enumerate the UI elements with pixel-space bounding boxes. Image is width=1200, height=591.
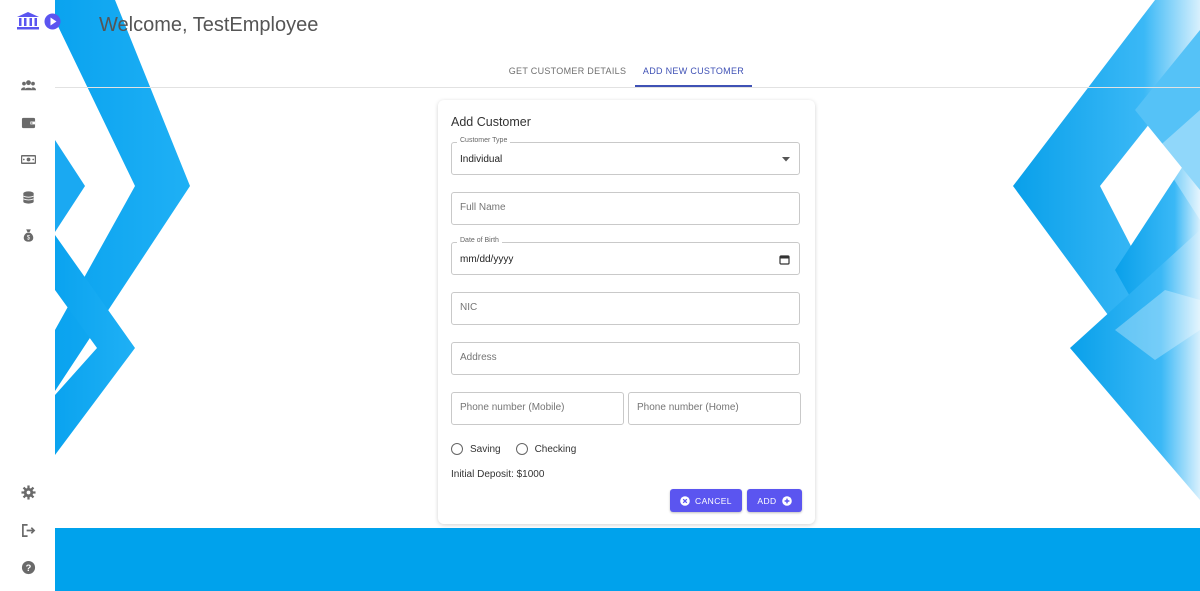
bottom-band xyxy=(55,528,1200,591)
page-title: Welcome, TestEmployee xyxy=(99,14,319,36)
caret-down-icon xyxy=(782,157,790,162)
play-circle-icon[interactable] xyxy=(44,13,61,30)
add-circle-icon xyxy=(781,495,792,506)
sidebar: $ ? xyxy=(0,0,61,591)
add-customer-card: Add Customer Customer Type Individual Fu… xyxy=(438,100,815,524)
users-icon[interactable] xyxy=(18,75,38,95)
date-of-birth-label: Date of Birth xyxy=(457,237,502,244)
nic-placeholder: NIC xyxy=(460,302,478,313)
add-button[interactable]: ADD xyxy=(747,489,802,512)
date-of-birth-input[interactable]: Date of Birth mm/dd/yyyy xyxy=(451,237,800,275)
saving-radio[interactable] xyxy=(451,443,463,455)
phone-mobile-input[interactable]: Phone number (Mobile) xyxy=(451,392,624,425)
svg-text:?: ? xyxy=(25,562,31,572)
logout-icon[interactable] xyxy=(18,520,38,540)
tab-bar: GET CUSTOMER DETAILS ADD NEW CUSTOMER xyxy=(55,58,1200,88)
card-title: Add Customer xyxy=(451,115,531,129)
full-name-placeholder: Full Name xyxy=(460,202,506,213)
customer-type-select[interactable]: Customer Type Individual xyxy=(451,137,800,175)
money-bag-icon[interactable]: $ xyxy=(18,225,38,245)
cancel-circle-icon xyxy=(680,495,690,506)
coins-icon[interactable] xyxy=(18,187,38,207)
help-icon[interactable]: ? xyxy=(18,557,38,577)
checking-radio[interactable] xyxy=(515,443,528,455)
phone-home-placeholder: Phone number (Home) xyxy=(637,402,739,413)
customer-type-value: Individual xyxy=(460,154,503,165)
wallet-icon[interactable] xyxy=(18,112,38,132)
cancel-button-label: CANCEL xyxy=(695,495,732,506)
cancel-button[interactable]: CANCEL xyxy=(670,489,742,512)
nic-input[interactable]: NIC xyxy=(451,292,800,325)
initial-deposit-text: Initial Deposit: $1000 xyxy=(451,469,545,480)
saving-radio-label: Saving xyxy=(470,443,501,455)
gear-icon[interactable] xyxy=(18,482,38,502)
bank-icon xyxy=(17,12,39,30)
address-placeholder: Address xyxy=(460,352,497,363)
calendar-icon[interactable] xyxy=(779,254,790,265)
full-name-input[interactable]: Full Name xyxy=(451,192,800,225)
phone-home-input[interactable]: Phone number (Home) xyxy=(628,392,801,425)
date-of-birth-value: mm/dd/yyyy xyxy=(460,254,514,265)
tab-get-customer-details[interactable]: GET CUSTOMER DETAILS xyxy=(500,58,635,86)
address-input[interactable]: Address xyxy=(451,342,800,375)
logo xyxy=(16,11,61,31)
customer-type-label: Customer Type xyxy=(457,137,511,144)
money-icon[interactable] xyxy=(18,149,38,169)
tab-add-new-customer[interactable]: ADD NEW CUSTOMER xyxy=(635,58,752,87)
phone-mobile-placeholder: Phone number (Mobile) xyxy=(460,402,565,413)
checking-radio-label: Checking xyxy=(534,443,577,455)
add-button-label: ADD xyxy=(757,495,777,506)
account-type-radio-group: Saving Checking xyxy=(451,443,576,455)
